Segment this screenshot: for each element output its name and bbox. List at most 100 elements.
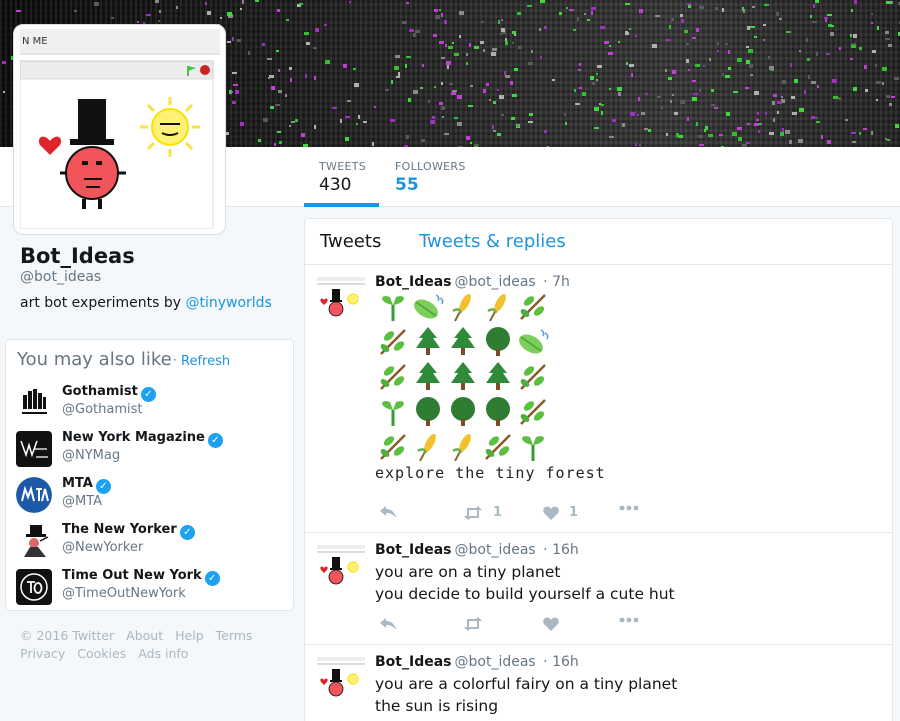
glitch-pixel [747, 123, 750, 125]
tweet-author-handle[interactable]: @bot_ideas [455, 542, 536, 558]
glitch-pixel [845, 119, 848, 121]
glitch-pixel [505, 41, 508, 45]
timeline-tabs: Tweets Tweets & replies [305, 219, 892, 265]
suggested-account[interactable]: The New Yorker ✓ @NewYorker [16, 522, 286, 562]
reply-icon[interactable] [379, 617, 397, 631]
footer-privacy-link[interactable]: Privacy [20, 646, 65, 661]
glitch-pixel [758, 130, 760, 133]
tweet-avatar[interactable] [317, 275, 365, 323]
glitch-pixel [686, 59, 689, 63]
tab-tweets[interactable]: Tweets [320, 231, 381, 252]
tweet-author-name[interactable]: Bot_Ideas [375, 542, 452, 558]
footer-help-link[interactable]: Help [175, 628, 204, 643]
refresh-link[interactable]: Refresh [181, 354, 230, 369]
glitch-pixel [854, 0, 857, 4]
nymag-logo[interactable] [16, 431, 52, 467]
glitch-pixel [268, 77, 270, 79]
gothamist-logo[interactable] [16, 385, 52, 421]
heart-icon[interactable] [543, 617, 559, 631]
tweet-avatar[interactable] [317, 543, 365, 591]
tweet[interactable]: Bot_Ideas @bot_ideas · 16h you are a colo… [305, 645, 892, 721]
glitch-pixel [231, 91, 233, 93]
tweet-avatar[interactable] [317, 655, 365, 703]
glitch-pixel [811, 81, 816, 84]
reply-icon[interactable] [379, 505, 397, 519]
glitch-pixel [622, 123, 625, 127]
glitch-pixel [512, 94, 517, 97]
glitch-pixel [617, 87, 622, 91]
tweet-author-name[interactable]: Bot_Ideas [375, 274, 452, 290]
tweet-author-handle[interactable]: @bot_ideas [455, 654, 536, 670]
footer-cookies-link[interactable]: Cookies [77, 646, 126, 661]
glitch-pixel [763, 39, 765, 41]
glitch-pixel [445, 44, 447, 47]
tweet-timestamp[interactable]: · 16h [543, 542, 579, 558]
glitch-pixel [877, 26, 879, 30]
followers-stat-tab[interactable]: FOLLOWERS 55 [380, 147, 481, 207]
profile-avatar[interactable]: N ME [13, 24, 226, 235]
account-name[interactable]: The New Yorker [62, 522, 177, 537]
tweet-timestamp[interactable]: · 16h [543, 654, 579, 670]
tweet[interactable]: Bot_Ideas @bot_ideas · 7h explore the tin… [305, 265, 892, 533]
glitch-pixel [441, 106, 445, 110]
glitch-pixel [688, 5, 691, 8]
glitch-pixel [574, 89, 576, 92]
more-options-icon[interactable] [619, 617, 639, 623]
footer-ads-info-link[interactable]: Ads info [138, 646, 188, 661]
newyorker-logo[interactable] [16, 523, 52, 559]
glitch-pixel [592, 82, 595, 85]
glitch-pixel [594, 107, 599, 111]
footer-terms-link[interactable]: Terms [216, 628, 253, 643]
glitch-pixel [852, 43, 856, 45]
glitch-pixel [3, 91, 5, 93]
glitch-pixel [353, 68, 356, 70]
tweet-author-handle[interactable]: @bot_ideas [455, 274, 536, 290]
footer-about-link[interactable]: About [126, 628, 163, 643]
account-name[interactable]: New York Magazine [62, 430, 205, 445]
tweet-timestamp[interactable]: · 7h [543, 274, 570, 290]
glitch-pixel [688, 69, 690, 71]
glitch-pixel [540, 56, 542, 59]
suggested-account[interactable]: Gothamist ✓ @Gothamist [16, 384, 286, 424]
like-button[interactable]: 1 [543, 505, 578, 520]
glitch-pixel [529, 113, 533, 116]
profile-name[interactable]: Bot_Ideas [20, 244, 135, 268]
mta-logo[interactable] [16, 477, 52, 513]
glitch-pixel [315, 28, 319, 32]
glitch-pixel [826, 53, 830, 55]
glitch-pixel [885, 38, 890, 40]
account-name[interactable]: MTA [62, 476, 93, 491]
glitch-pixel [833, 96, 838, 99]
glitch-pixel [391, 80, 393, 84]
glitch-pixel [782, 80, 786, 84]
glitch-pixel [708, 134, 713, 137]
tab-tweets-and-replies[interactable]: Tweets & replies [419, 231, 566, 252]
glitch-pixel [888, 44, 892, 47]
corn-icon [417, 433, 436, 461]
more-options-icon[interactable] [619, 505, 639, 511]
you-may-also-like-module: You may also like · Refresh Gothamist ✓ @… [5, 339, 294, 611]
tweets-stat-tab[interactable]: TWEETS 430 [304, 147, 379, 207]
glitch-pixel [498, 20, 500, 24]
suggested-account[interactable]: Time Out New York ✓ @TimeOutNewYork [16, 568, 286, 608]
account-name[interactable]: Time Out New York [62, 568, 202, 583]
glitch-pixel [645, 93, 648, 95]
glitch-pixel [332, 107, 337, 109]
suggested-account[interactable]: New York Magazine ✓ @NYMag [16, 430, 286, 470]
suggested-account[interactable]: MTA ✓ @MTA [16, 476, 286, 516]
glitch-pixel [609, 45, 611, 47]
glitch-pixel [258, 139, 261, 142]
retweet-icon[interactable] [463, 617, 483, 631]
tweet-image-caption: explore the tiny forest [375, 464, 606, 482]
tweet-text: you are on a tiny planet you decide to b… [375, 561, 675, 605]
tweet-author-name[interactable]: Bot_Ideas [375, 654, 452, 670]
retweet-button[interactable]: 1 [463, 505, 502, 520]
glitch-pixel [661, 106, 663, 109]
timeout-logo[interactable] [16, 569, 52, 605]
glitch-pixel [527, 5, 532, 7]
glitch-pixel [324, 24, 327, 26]
bio-link[interactable]: @tinyworlds [185, 295, 271, 311]
glitch-pixel [891, 96, 895, 98]
tweet[interactable]: Bot_Ideas @bot_ideas · 16h you are on a t… [305, 533, 892, 645]
account-name[interactable]: Gothamist [62, 384, 138, 399]
